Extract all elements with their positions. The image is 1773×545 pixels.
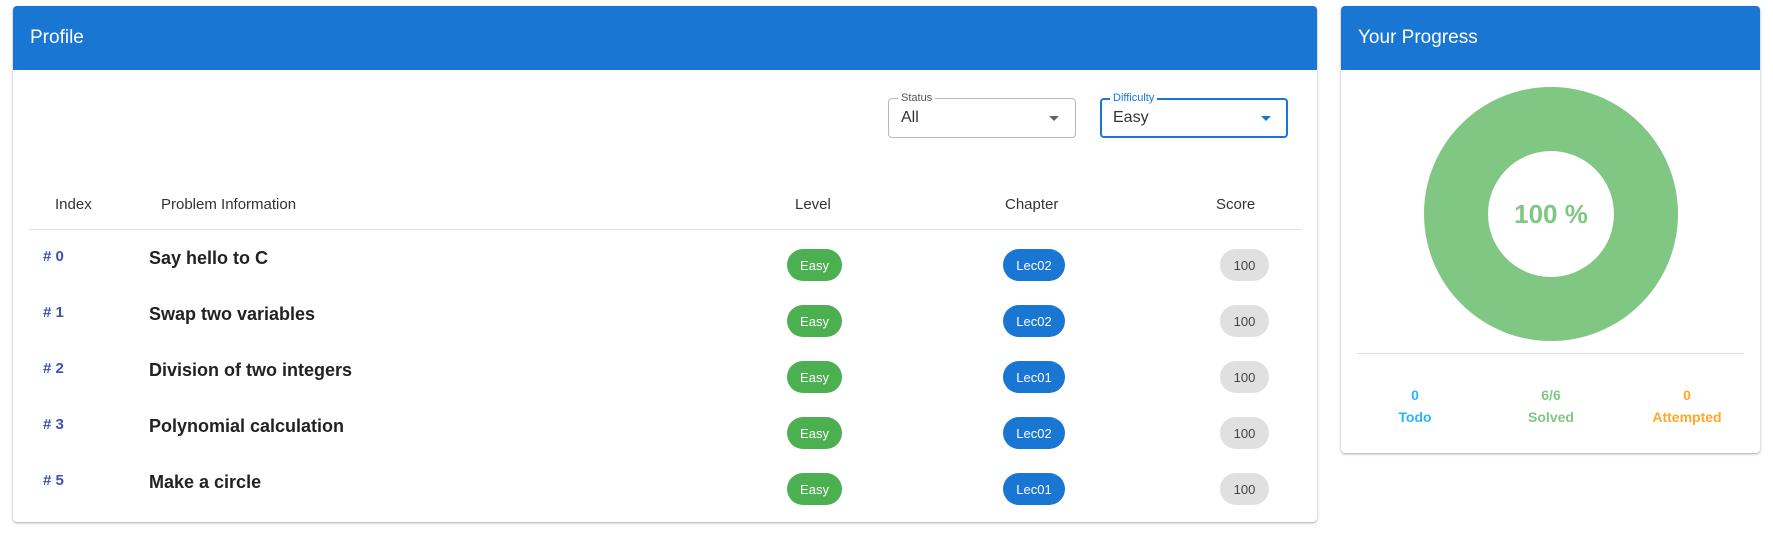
stat-solved-label: Solved — [1528, 409, 1574, 425]
stat-attempted: 0 Attempted — [1637, 384, 1737, 428]
chapter-badge: Lec02 — [1003, 249, 1065, 281]
status-select[interactable]: Status All — [888, 91, 1076, 138]
table-row[interactable]: # 5 Make a circle Easy Lec01 100 — [29, 454, 1301, 510]
profile-title: Profile — [30, 27, 84, 48]
row-index[interactable]: # 3 — [43, 416, 64, 433]
stat-solved-value: 6/6 — [1541, 387, 1561, 403]
table-row[interactable]: # 2 Division of two integers Easy Lec01 … — [29, 342, 1301, 398]
header-level: Level — [795, 196, 831, 213]
stat-todo: 0 Todo — [1365, 384, 1465, 428]
chevron-down-icon — [1261, 116, 1271, 121]
progress-title: Your Progress — [1358, 27, 1478, 48]
status-select-value: All — [901, 109, 919, 126]
problem-name[interactable]: Polynomial calculation — [149, 416, 344, 437]
stat-attempted-label: Attempted — [1652, 409, 1722, 425]
problems-table: Index Problem Information Level Chapter … — [29, 176, 1301, 510]
row-index[interactable]: # 1 — [43, 304, 64, 321]
header-index: Index — [55, 196, 92, 213]
progress-header: Your Progress — [1341, 6, 1760, 70]
score-badge: 100 — [1220, 305, 1269, 337]
score-badge: 100 — [1220, 417, 1269, 449]
stat-todo-value: 0 — [1411, 387, 1419, 403]
table-row[interactable]: # 1 Swap two variables Easy Lec02 100 — [29, 286, 1301, 342]
difficulty-select-label: Difficulty — [1110, 91, 1158, 105]
status-select-label: Status — [898, 91, 936, 105]
level-badge: Easy — [787, 305, 842, 337]
progress-percent: 100 % — [1514, 198, 1588, 229]
chevron-down-icon — [1049, 116, 1059, 121]
level-badge: Easy — [787, 249, 842, 281]
level-badge: Easy — [787, 361, 842, 393]
stat-attempted-value: 0 — [1683, 387, 1691, 403]
chapter-badge: Lec02 — [1003, 417, 1065, 449]
score-badge: 100 — [1220, 361, 1269, 393]
problem-name[interactable]: Swap two variables — [149, 304, 315, 325]
profile-card: Profile Status All Difficulty Easy Index… — [13, 6, 1317, 522]
table-row[interactable]: # 3 Polynomial calculation Easy Lec02 10… — [29, 398, 1301, 454]
stat-todo-label: Todo — [1398, 409, 1432, 425]
level-badge: Easy — [787, 473, 842, 505]
chapter-badge: Lec01 — [1003, 361, 1065, 393]
stat-solved: 6/6 Solved — [1501, 384, 1601, 428]
table-header: Index Problem Information Level Chapter … — [29, 176, 1301, 230]
row-index[interactable]: # 0 — [43, 248, 64, 265]
problem-name[interactable]: Say hello to C — [149, 248, 268, 269]
score-badge: 100 — [1220, 473, 1269, 505]
table-row[interactable]: # 0 Say hello to C Easy Lec02 100 — [29, 230, 1301, 286]
divider — [1357, 353, 1744, 354]
difficulty-select[interactable]: Difficulty Easy — [1100, 91, 1288, 138]
chapter-badge: Lec01 — [1003, 473, 1065, 505]
header-chapter: Chapter — [1005, 196, 1059, 213]
chapter-badge: Lec02 — [1003, 305, 1065, 337]
level-badge: Easy — [787, 417, 842, 449]
problem-name[interactable]: Division of two integers — [149, 360, 352, 381]
progress-card: Your Progress 100 % 0 Todo 6/6 Solved 0 … — [1341, 6, 1760, 453]
header-score: Score — [1216, 196, 1256, 213]
profile-header: Profile — [13, 6, 1317, 70]
score-badge: 100 — [1220, 249, 1269, 281]
problem-name[interactable]: Make a circle — [149, 472, 261, 493]
difficulty-select-value: Easy — [1113, 109, 1149, 126]
header-problem-information: Problem Information — [161, 196, 297, 213]
row-index[interactable]: # 2 — [43, 360, 64, 377]
progress-donut-chart: 100 % — [1424, 87, 1678, 341]
row-index[interactable]: # 5 — [43, 472, 64, 489]
